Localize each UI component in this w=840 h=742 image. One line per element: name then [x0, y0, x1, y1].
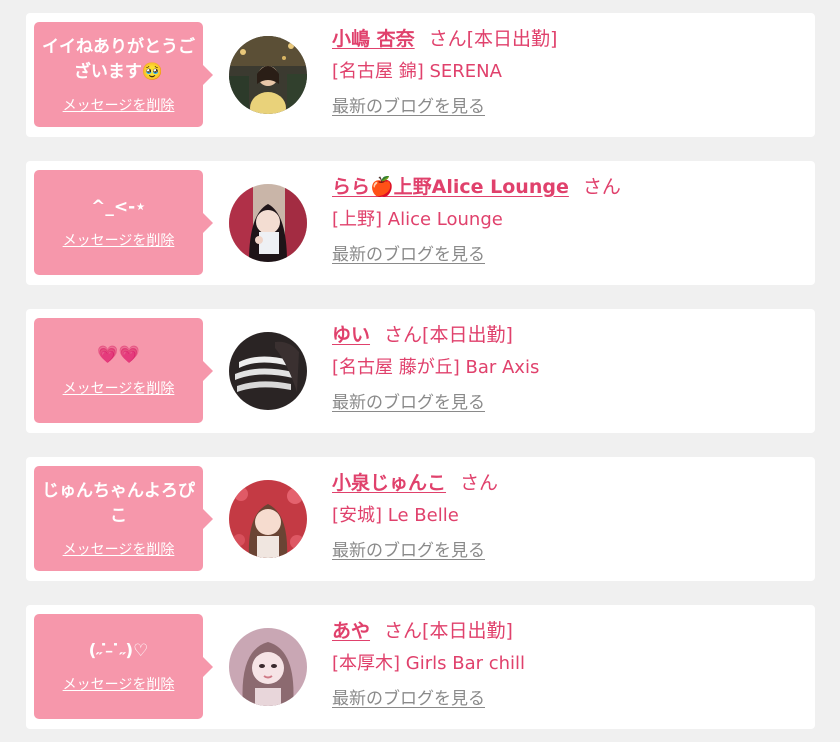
honorific: さん [460, 472, 499, 494]
shop-name: [名古屋 藤が丘] Bar Axis [332, 357, 540, 378]
avatar[interactable] [229, 184, 307, 262]
avatar-image [229, 628, 307, 706]
profile-name-link[interactable]: ゆい [332, 324, 370, 346]
message-text: 💗💗 [97, 345, 140, 365]
avatar-image [229, 184, 307, 262]
honorific: さん [384, 620, 423, 642]
status-badge: [本日出勤] [422, 324, 513, 346]
delete-message-link[interactable]: メッセージを削除 [63, 230, 175, 250]
avatar[interactable] [229, 332, 307, 410]
avatar[interactable] [229, 480, 307, 558]
message-card: ^_<-⋆ メッセージを削除 らら🍎上野Alice Lounge さん [上野] … [26, 161, 815, 285]
delete-message-link[interactable]: メッセージを削除 [63, 378, 175, 398]
profile-info: ゆい さん[本日出勤] [名古屋 藤が丘] Bar Axis 最新のブログを見る [332, 321, 805, 415]
message-bubble: じゅんちゃんよろぴこ メッセージを削除 [34, 466, 213, 571]
message-bubble: (˶ ̇ ̵ ̇˶)♡ メッセージを削除 [34, 614, 213, 719]
message-bubble: 💗💗 メッセージを削除 [34, 318, 213, 423]
profile-name-link[interactable]: あや [332, 620, 370, 642]
message-card: (˶ ̇ ̵ ̇˶)♡ メッセージを削除 あや さん[本日出勤] [本厚木] Gi… [26, 605, 815, 729]
profile-name-link[interactable]: 小泉じゅんこ [332, 472, 446, 494]
shop-name: [安城] Le Belle [332, 505, 459, 526]
profile-name-link[interactable]: らら🍎上野Alice Lounge [332, 176, 569, 198]
profile-info: 小泉じゅんこ さん [安城] Le Belle 最新のブログを見る [332, 469, 805, 563]
profile-info: 小嶋 杏奈 さん[本日出勤] [名古屋 錦] SERENA 最新のブログを見る [332, 25, 805, 119]
profile-name-link[interactable]: 小嶋 杏奈 [332, 28, 415, 50]
honorific: さん [428, 28, 467, 50]
shop-name: [本厚木] Girls Bar chill [332, 653, 526, 674]
message-text: じゅんちゃんよろぴこ [42, 480, 195, 526]
message-card: 💗💗 メッセージを削除 ゆい さん[本日出勤] [名古屋 藤が丘] Bar Axi… [26, 309, 815, 433]
delete-message-link[interactable]: メッセージを削除 [63, 539, 175, 559]
view-blog-link[interactable]: 最新のブログを見る [332, 243, 485, 267]
avatar[interactable] [229, 628, 307, 706]
honorific: さん [384, 324, 423, 346]
avatar-image [229, 332, 307, 410]
honorific: さん [582, 176, 621, 198]
view-blog-link[interactable]: 最新のブログを見る [332, 687, 485, 711]
status-badge: [本日出勤] [422, 620, 513, 642]
message-card: イイねありがとうございます🥹 メッセージを削除 小嶋 杏奈 さん[本日出勤] [名… [26, 13, 815, 137]
profile-info: らら🍎上野Alice Lounge さん [上野] Alice Lounge 最新… [332, 173, 805, 267]
avatar-image [229, 36, 307, 114]
message-text: (˶ ̇ ̵ ̇˶)♡ [88, 641, 149, 661]
view-blog-link[interactable]: 最新のブログを見る [332, 391, 485, 415]
delete-message-link[interactable]: メッセージを削除 [63, 95, 175, 115]
message-text: イイねありがとうございます🥹 [42, 36, 195, 82]
message-text: ^_<-⋆ [91, 197, 146, 217]
message-card: じゅんちゃんよろぴこ メッセージを削除 小泉じゅんこ さん [安城] Le Bel… [26, 457, 815, 581]
avatar-image [229, 480, 307, 558]
delete-message-link[interactable]: メッセージを削除 [63, 674, 175, 694]
message-bubble: ^_<-⋆ メッセージを削除 [34, 170, 213, 275]
view-blog-link[interactable]: 最新のブログを見る [332, 539, 485, 563]
profile-info: あや さん[本日出勤] [本厚木] Girls Bar chill 最新のブログを… [332, 617, 805, 711]
shop-name: [上野] Alice Lounge [332, 209, 503, 230]
avatar[interactable] [229, 36, 307, 114]
message-bubble: イイねありがとうございます🥹 メッセージを削除 [34, 22, 213, 127]
shop-name: [名古屋 錦] SERENA [332, 61, 502, 82]
status-badge: [本日出勤] [466, 28, 558, 50]
view-blog-link[interactable]: 最新のブログを見る [332, 95, 485, 119]
